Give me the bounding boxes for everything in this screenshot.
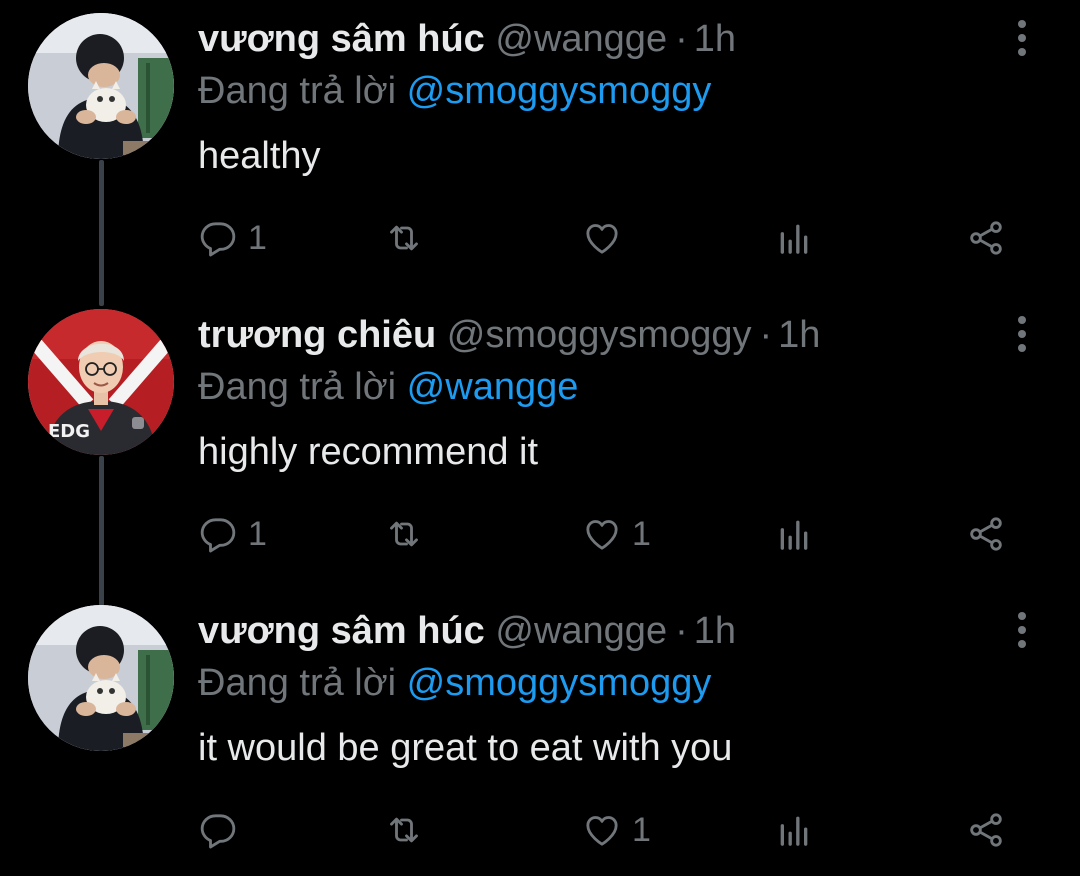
tweet-text: it would be great to eat with you: [198, 727, 733, 769]
reply-thread: vương sâm húc @wangge · 1h Đang trả lời @s…: [0, 0, 1080, 876]
heart-icon: [582, 810, 622, 850]
avatar[interactable]: [28, 13, 174, 159]
reply-button[interactable]: 1: [198, 214, 267, 262]
tweet[interactable]: vương sâm húc @wangge · 1h Đang trả lời @s…: [0, 0, 1080, 306]
tweet-text: healthy: [198, 135, 321, 177]
user-handle[interactable]: @smoggysmoggy: [447, 314, 752, 356]
retweet-button[interactable]: [384, 510, 424, 558]
reply-button[interactable]: [198, 806, 238, 854]
display-name[interactable]: vương sâm húc: [198, 610, 485, 652]
like-count: 1: [632, 515, 651, 553]
user-handle[interactable]: @wangge: [495, 18, 667, 60]
tweet[interactable]: vương sâm húc @wangge · 1h Đang trả lời @s…: [0, 592, 1080, 876]
reply-button[interactable]: 1: [198, 510, 267, 558]
retweet-icon: [384, 218, 424, 258]
replying-to: Đang trả lời @smoggysmoggy: [198, 66, 711, 116]
separator-dot: ·: [675, 18, 688, 60]
mention-link[interactable]: @wangge: [407, 366, 579, 408]
share-icon: [966, 514, 1006, 554]
mention-link[interactable]: @smoggysmoggy: [407, 662, 712, 704]
retweet-icon: [384, 810, 424, 850]
avatar[interactable]: [28, 605, 174, 751]
views-button[interactable]: [774, 214, 814, 262]
share-icon: [966, 810, 1006, 850]
views-button[interactable]: [774, 510, 814, 558]
retweet-button[interactable]: [384, 214, 424, 262]
timestamp[interactable]: 1h: [694, 18, 736, 60]
thread-line: [99, 160, 104, 306]
replying-prefix: Đang trả lời: [198, 70, 397, 112]
jersey-logo-text: EDG: [48, 421, 91, 442]
replying-to: Đang trả lời @smoggysmoggy: [198, 658, 711, 708]
person-holding-cat-avatar: [28, 605, 174, 751]
replying-to: Đang trả lời @wangge: [198, 362, 578, 412]
timestamp[interactable]: 1h: [694, 610, 736, 652]
more-options-icon[interactable]: [1004, 608, 1040, 652]
separator-dot: ·: [759, 314, 773, 356]
reply-count: 1: [248, 219, 267, 257]
more-options-icon[interactable]: [1004, 312, 1040, 356]
retweet-icon: [384, 514, 424, 554]
retweet-button[interactable]: [384, 806, 424, 854]
tweet-header: vương sâm húc @wangge · 1h: [198, 14, 736, 64]
views-button[interactable]: [774, 806, 814, 854]
tweet[interactable]: EDG trương chiêu @smoggysmoggy · 1h Đang t…: [0, 296, 1080, 606]
replying-prefix: Đang trả lời: [198, 662, 397, 704]
reply-count: 1: [248, 515, 267, 553]
user-handle[interactable]: @wangge: [495, 610, 667, 652]
share-button[interactable]: [966, 806, 1006, 854]
reply-icon: [198, 218, 238, 258]
display-name[interactable]: trương chiêu: [198, 314, 436, 356]
timestamp[interactable]: 1h: [778, 314, 820, 356]
replying-prefix: Đang trả lời: [198, 366, 397, 408]
tweet-header: vương sâm húc @wangge · 1h: [198, 606, 736, 656]
tweet-text: highly recommend it: [198, 431, 539, 473]
tweet-header: trương chiêu @smoggysmoggy · 1h: [198, 310, 820, 360]
person-holding-cat-avatar: [28, 13, 174, 159]
separator-dot: ·: [675, 610, 688, 652]
share-icon: [966, 218, 1006, 258]
views-icon: [774, 810, 814, 850]
heart-icon: [582, 218, 622, 258]
like-button[interactable]: [582, 214, 622, 262]
share-button[interactable]: [966, 214, 1006, 262]
like-button[interactable]: 1: [582, 806, 651, 854]
mention-link[interactable]: @smoggysmoggy: [407, 70, 712, 112]
display-name[interactable]: vương sâm húc: [198, 18, 485, 60]
like-button[interactable]: 1: [582, 510, 651, 558]
thread-line: [99, 456, 104, 606]
avatar[interactable]: EDG: [28, 309, 174, 455]
more-options-icon[interactable]: [1004, 16, 1040, 60]
reply-icon: [198, 514, 238, 554]
heart-icon: [582, 514, 622, 554]
reply-icon: [198, 810, 238, 850]
share-button[interactable]: [966, 510, 1006, 558]
views-icon: [774, 514, 814, 554]
like-count: 1: [632, 811, 651, 849]
views-icon: [774, 218, 814, 258]
